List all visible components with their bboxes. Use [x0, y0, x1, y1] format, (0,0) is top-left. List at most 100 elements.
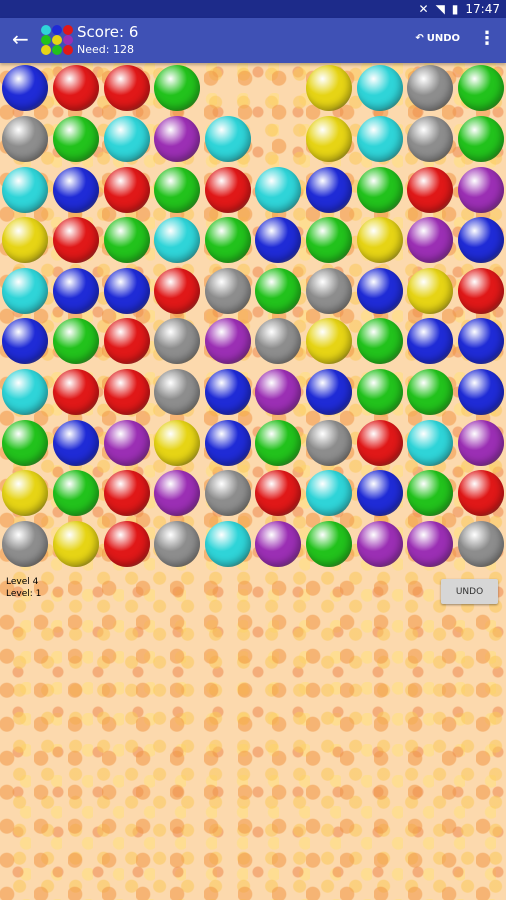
blue-ball[interactable] [457, 217, 504, 264]
gray-ball[interactable] [204, 267, 251, 314]
green-ball[interactable] [305, 217, 352, 264]
red-ball[interactable] [52, 65, 99, 112]
gray-ball[interactable] [305, 419, 352, 466]
blue-ball[interactable] [305, 368, 352, 415]
green-ball[interactable] [154, 166, 201, 213]
cyan-ball[interactable] [305, 470, 352, 517]
purple-ball[interactable] [103, 419, 150, 466]
purple-ball[interactable] [457, 166, 504, 213]
cyan-ball[interactable] [204, 520, 251, 567]
toolbar-undo-button[interactable]: ↶ UNDO [415, 33, 460, 44]
purple-ball[interactable] [255, 520, 302, 567]
blue-ball[interactable] [457, 318, 504, 365]
red-ball[interactable] [356, 419, 403, 466]
gray-ball[interactable] [407, 65, 454, 112]
purple-ball[interactable] [407, 217, 454, 264]
gray-ball[interactable] [154, 520, 201, 567]
green-ball[interactable] [457, 115, 504, 162]
purple-ball[interactable] [356, 520, 403, 567]
green-ball[interactable] [407, 368, 454, 415]
yellow-ball[interactable] [305, 318, 352, 365]
blue-ball[interactable] [2, 65, 49, 112]
green-ball[interactable] [52, 115, 99, 162]
gray-ball[interactable] [154, 368, 201, 415]
green-ball[interactable] [52, 470, 99, 517]
blue-ball[interactable] [103, 267, 150, 314]
red-ball[interactable] [52, 217, 99, 264]
blue-ball[interactable] [52, 166, 99, 213]
cyan-ball[interactable] [204, 115, 251, 162]
undo-button[interactable]: UNDO [441, 579, 498, 604]
overflow-menu-icon[interactable]: ⋮ [478, 29, 496, 49]
gray-ball[interactable] [305, 267, 352, 314]
gray-ball[interactable] [2, 520, 49, 567]
red-ball[interactable] [52, 368, 99, 415]
red-ball[interactable] [154, 267, 201, 314]
red-ball[interactable] [103, 65, 150, 112]
purple-ball[interactable] [407, 520, 454, 567]
blue-ball[interactable] [407, 318, 454, 365]
red-ball[interactable] [103, 318, 150, 365]
green-ball[interactable] [103, 217, 150, 264]
cyan-ball[interactable] [356, 115, 403, 162]
red-ball[interactable] [103, 368, 150, 415]
back-arrow-icon[interactable]: ← [12, 29, 29, 49]
red-ball[interactable] [103, 470, 150, 517]
yellow-ball[interactable] [305, 65, 352, 112]
green-ball[interactable] [305, 520, 352, 567]
red-ball[interactable] [457, 267, 504, 314]
yellow-ball[interactable] [154, 419, 201, 466]
green-ball[interactable] [407, 470, 454, 517]
blue-ball[interactable] [52, 267, 99, 314]
blue-ball[interactable] [255, 217, 302, 264]
purple-ball[interactable] [255, 368, 302, 415]
gray-ball[interactable] [255, 318, 302, 365]
gray-ball[interactable] [457, 520, 504, 567]
green-ball[interactable] [356, 318, 403, 365]
green-ball[interactable] [154, 65, 201, 112]
gray-ball[interactable] [407, 115, 454, 162]
green-ball[interactable] [457, 65, 504, 112]
red-ball[interactable] [204, 166, 251, 213]
yellow-ball[interactable] [2, 470, 49, 517]
purple-ball[interactable] [457, 419, 504, 466]
cyan-ball[interactable] [255, 166, 302, 213]
yellow-ball[interactable] [52, 520, 99, 567]
yellow-ball[interactable] [356, 217, 403, 264]
cyan-ball[interactable] [103, 115, 150, 162]
blue-ball[interactable] [356, 470, 403, 517]
gray-ball[interactable] [204, 470, 251, 517]
red-ball[interactable] [103, 520, 150, 567]
purple-ball[interactable] [204, 318, 251, 365]
red-ball[interactable] [255, 470, 302, 517]
purple-ball[interactable] [154, 115, 201, 162]
cyan-ball[interactable] [407, 419, 454, 466]
green-ball[interactable] [255, 267, 302, 314]
green-ball[interactable] [52, 318, 99, 365]
red-ball[interactable] [103, 166, 150, 213]
green-ball[interactable] [255, 419, 302, 466]
blue-ball[interactable] [457, 368, 504, 415]
cyan-ball[interactable] [2, 368, 49, 415]
blue-ball[interactable] [204, 419, 251, 466]
green-ball[interactable] [356, 368, 403, 415]
gray-ball[interactable] [2, 115, 49, 162]
cyan-ball[interactable] [2, 267, 49, 314]
yellow-ball[interactable] [407, 267, 454, 314]
red-ball[interactable] [457, 470, 504, 517]
blue-ball[interactable] [356, 267, 403, 314]
yellow-ball[interactable] [2, 217, 49, 264]
red-ball[interactable] [407, 166, 454, 213]
cyan-ball[interactable] [154, 217, 201, 264]
green-ball[interactable] [356, 166, 403, 213]
purple-ball[interactable] [154, 470, 201, 517]
yellow-ball[interactable] [305, 115, 352, 162]
blue-ball[interactable] [305, 166, 352, 213]
blue-ball[interactable] [204, 368, 251, 415]
gray-ball[interactable] [154, 318, 201, 365]
blue-ball[interactable] [2, 318, 49, 365]
green-ball[interactable] [204, 217, 251, 264]
cyan-ball[interactable] [2, 166, 49, 213]
blue-ball[interactable] [52, 419, 99, 466]
green-ball[interactable] [2, 419, 49, 466]
